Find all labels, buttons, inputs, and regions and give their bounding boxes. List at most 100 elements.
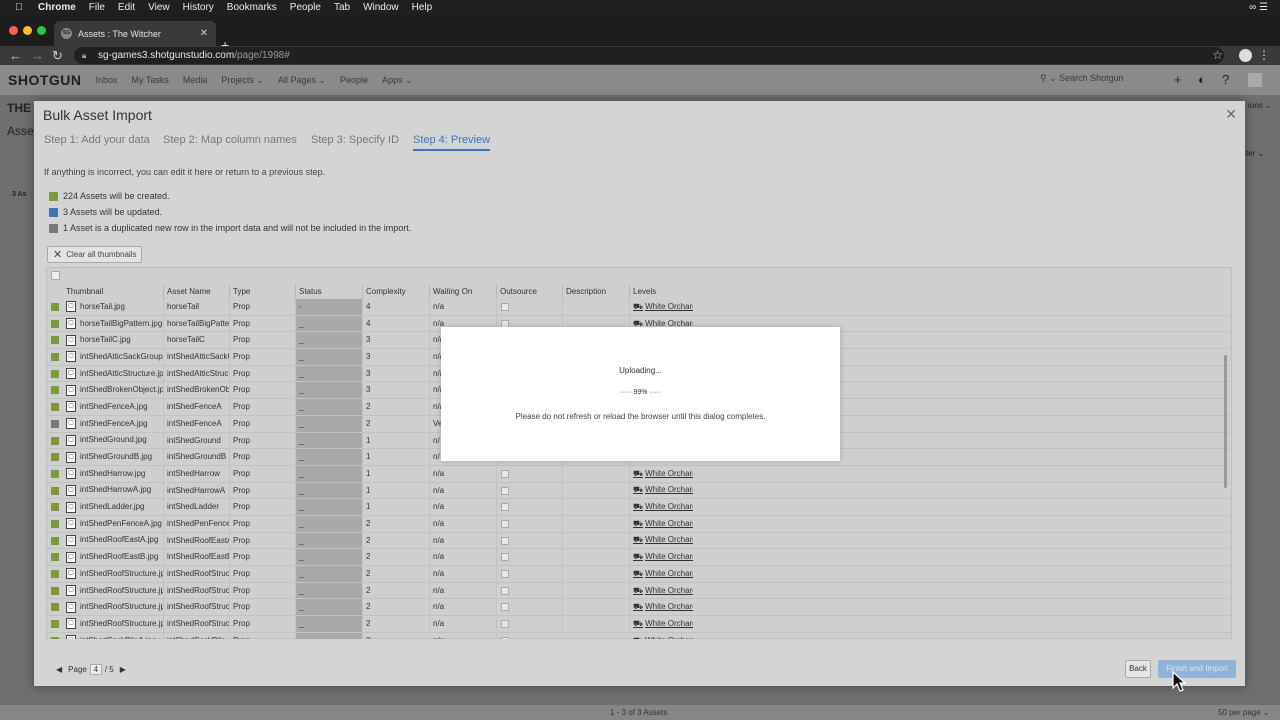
thumbnail-cell[interactable]: ▢ intShedRoofStructure.jpg: [63, 582, 164, 599]
thumbnail-cell[interactable]: ▢ intShedPenFenceA.jpg: [63, 515, 164, 532]
level-link[interactable]: White Orchard: [645, 299, 693, 315]
table-row[interactable]: ▢ intShedRoofEastB.jpg intShedRoofEastB Pro…: [47, 549, 1231, 566]
menu-people[interactable]: People: [290, 2, 321, 13]
description-cell[interactable]: [563, 599, 630, 616]
menu-tab[interactable]: Tab: [334, 2, 350, 13]
menu-history[interactable]: History: [183, 2, 214, 13]
per-page-select[interactable]: 50 per page ⌄: [1218, 708, 1270, 717]
thumbnail-cell[interactable]: ▢ intShedGround.jpg: [63, 432, 164, 449]
levels-cell[interactable]: ⛟White Orchard: [630, 616, 693, 632]
outsource-checkbox[interactable]: [501, 519, 509, 528]
thumbnail-cell[interactable]: ▢ intShedHarrow.jpg: [63, 465, 164, 482]
nav-projects[interactable]: Projects ⌄: [221, 75, 264, 86]
type-cell[interactable]: Prop: [230, 616, 296, 632]
outsource-checkbox[interactable]: [501, 636, 509, 639]
asset-name-cell[interactable]: intShedRoofStructure: [164, 616, 230, 632]
status-cell[interactable]: _: [296, 482, 363, 499]
levels-cell[interactable]: ⛟White Orchard: [630, 533, 693, 549]
levels-cell[interactable]: ⛟White Orchard: [630, 599, 693, 615]
outsource-cell[interactable]: [497, 632, 563, 639]
next-page-icon[interactable]: ▶: [120, 665, 126, 674]
status-cell[interactable]: _: [296, 632, 363, 639]
waiting-on-cell[interactable]: n/a: [430, 482, 497, 499]
user-avatar-icon[interactable]: [1248, 73, 1262, 87]
status-cell[interactable]: _: [296, 549, 363, 565]
asset-name-cell[interactable]: intShedBrokenObject: [164, 382, 230, 399]
status-cell[interactable]: _: [296, 349, 363, 365]
table-row[interactable]: ▢ intShedRoofEastA.jpg intShedRoofEastA Pro…: [47, 532, 1231, 550]
description-cell[interactable]: [563, 499, 630, 515]
description-cell[interactable]: [563, 549, 630, 565]
complexity-cell[interactable]: 2: [363, 515, 430, 532]
table-row[interactable]: ▢ intShedRoofStructure.jpg intShedRoofStru…: [47, 566, 1231, 583]
table-row[interactable]: ▢ intShedLadder.jpg intShedLadder Prop _ 1 n/a…: [47, 499, 1231, 516]
asset-name-cell[interactable]: intShedPenFenceA: [164, 515, 230, 532]
outsource-cell[interactable]: [497, 599, 563, 616]
outsource-checkbox[interactable]: [501, 503, 509, 512]
asset-name-cell[interactable]: intShedFenceA: [164, 399, 230, 415]
status-cell[interactable]: _: [296, 599, 363, 616]
back-arrow-icon[interactable]: ←: [9, 48, 22, 63]
asset-name-cell[interactable]: intShedRoofStructure: [164, 566, 230, 582]
step-2-tab[interactable]: Step 2: Map column names: [163, 134, 297, 146]
header-complexity[interactable]: Complexity: [363, 285, 430, 299]
menu-edit[interactable]: Edit: [118, 2, 135, 13]
complexity-cell[interactable]: 1: [363, 432, 430, 449]
waiting-on-cell[interactable]: n/a: [430, 599, 497, 616]
complexity-cell[interactable]: 2: [363, 549, 430, 565]
level-link[interactable]: White Orchard: [645, 549, 693, 565]
notifications-icon[interactable]: ◐: [1198, 72, 1206, 87]
menu-file[interactable]: File: [89, 2, 105, 13]
status-cell[interactable]: _: [296, 315, 363, 332]
description-cell[interactable]: [563, 515, 630, 532]
status-cell[interactable]: _: [296, 449, 363, 465]
header-outsource[interactable]: Outsource: [497, 285, 563, 299]
description-cell[interactable]: [563, 566, 630, 582]
status-cell[interactable]: _: [296, 382, 363, 399]
description-cell[interactable]: [563, 482, 630, 499]
asset-name-cell[interactable]: intShedGroundB: [164, 449, 230, 465]
thumbnail-cell[interactable]: ▢ intShedAtticStructure.jpg: [63, 365, 164, 382]
address-bar[interactable]: 🔒︎ sg-games3.shotgunstudio.com/page/1998…: [74, 47, 1224, 64]
header-levels[interactable]: Levels: [630, 285, 693, 299]
thumbnail-cell[interactable]: ▢ intShedFenceA.jpg: [63, 399, 164, 415]
status-cell[interactable]: _: [296, 532, 363, 549]
status-cell[interactable]: -: [296, 299, 363, 315]
grid-scrollbar[interactable]: [1224, 355, 1227, 488]
header-waiting-on[interactable]: Waiting On: [430, 285, 497, 299]
description-cell[interactable]: [563, 632, 630, 639]
asset-name-cell[interactable]: intShedLadder: [164, 499, 230, 515]
thumbnail-cell[interactable]: ▢ intShedRoofStructure.jpg: [63, 616, 164, 632]
complexity-cell[interactable]: 1: [363, 449, 430, 465]
complexity-cell[interactable]: 2: [363, 532, 430, 549]
outsource-checkbox[interactable]: [501, 486, 509, 495]
levels-cell[interactable]: ⛟White Orchard: [630, 466, 693, 482]
close-window-icon[interactable]: [9, 26, 18, 35]
asset-name-cell[interactable]: intShedAtticStructure: [164, 365, 230, 382]
type-cell[interactable]: Prop: [230, 415, 296, 432]
levels-cell[interactable]: ⛟White Orchard: [630, 566, 693, 582]
type-cell[interactable]: Prop: [230, 582, 296, 599]
outsource-cell[interactable]: [497, 582, 563, 599]
menu-view[interactable]: View: [148, 2, 170, 13]
filter-menu[interactable]: ter ⌄: [1246, 149, 1264, 158]
table-row[interactable]: ▢ intShedRoofStructure.jpg intShedRoofStru…: [47, 582, 1231, 600]
asset-name-cell[interactable]: intShedSackPile: [164, 632, 230, 639]
thumbnail-cell[interactable]: ▢ intShedRoofEastA.jpg: [63, 532, 164, 549]
status-cell[interactable]: _: [296, 566, 363, 582]
status-cell[interactable]: _: [296, 365, 363, 382]
step-4-tab[interactable]: Step 4: Preview: [413, 134, 491, 151]
complexity-cell[interactable]: 3: [363, 632, 430, 639]
levels-cell[interactable]: ⛟White Orchard: [630, 549, 693, 565]
status-cell[interactable]: _: [296, 415, 363, 432]
asset-name-cell[interactable]: horseTailBigPattern: [164, 315, 230, 332]
zoom-window-icon[interactable]: [37, 26, 46, 35]
header-type[interactable]: Type: [230, 285, 296, 299]
forward-arrow-icon[interactable]: →: [31, 48, 44, 63]
close-icon[interactable]: ✕: [1225, 106, 1237, 123]
header-description[interactable]: Description: [563, 285, 630, 299]
levels-cell[interactable]: ⛟White Orchard: [630, 516, 693, 532]
type-cell[interactable]: Prop: [230, 432, 296, 449]
type-cell[interactable]: Prop: [230, 365, 296, 382]
type-cell[interactable]: Prop: [230, 549, 296, 565]
